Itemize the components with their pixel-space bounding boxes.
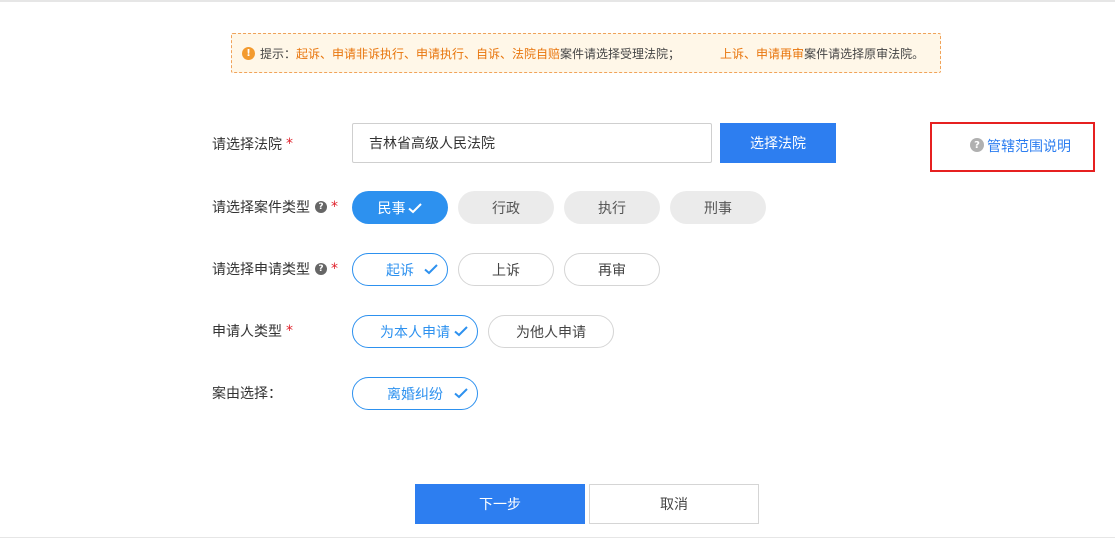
question-icon: ? <box>970 138 984 152</box>
case-type-option-enforcement[interactable]: 执行 <box>564 191 660 224</box>
cause-label: 案由选择： <box>212 383 282 403</box>
option-label: 离婚纠纷 <box>387 386 443 403</box>
page: ! 提示： 起诉、申请非诉执行、申请执行、自诉、法院自赔 案件请选择受理法院； … <box>0 0 1115 539</box>
jurisdiction-help-link[interactable]: ? 管辖范围说明 <box>930 122 1095 172</box>
case-type-option-civil[interactable]: 民事 <box>352 191 448 224</box>
notice-prefix: 提示： <box>260 46 297 61</box>
jurisdiction-help-text: 管辖范围说明 <box>987 139 1071 155</box>
check-icon <box>407 202 422 213</box>
option-label: 为本人申请 <box>380 324 450 341</box>
required-mark: * <box>331 261 338 277</box>
option-label: 起诉 <box>386 262 414 279</box>
applicant-option-self[interactable]: 为本人申请 <box>352 315 478 348</box>
case-type-option-criminal[interactable]: 刑事 <box>670 191 766 224</box>
check-icon <box>454 388 468 399</box>
top-divider <box>0 0 1115 2</box>
warning-icon: ! <box>242 46 255 60</box>
cause-option-divorce[interactable]: 离婚纠纷 <box>352 377 478 410</box>
notice-highlight-1: 起诉、申请非诉执行、申请执行、自诉、法院自赔 <box>296 46 561 61</box>
check-icon <box>454 326 468 337</box>
court-input[interactable] <box>352 123 712 163</box>
notice-banner: ! 提示： 起诉、申请非诉执行、申请执行、自诉、法院自赔 案件请选择受理法院； … <box>231 33 941 73</box>
bottom-divider <box>0 537 1115 538</box>
required-mark: * <box>286 136 293 152</box>
apply-type-option-appeal[interactable]: 上诉 <box>458 253 554 286</box>
required-mark: * <box>286 323 293 339</box>
notice-text-1: 案件请选择受理法院； <box>560 46 681 61</box>
notice-text-2: 案件请选择原审法院。 <box>804 46 925 61</box>
help-icon[interactable]: ? <box>315 201 327 213</box>
apply-type-option-retrial[interactable]: 再审 <box>564 253 660 286</box>
notice-highlight-2: 上诉、申请再审 <box>720 46 805 61</box>
cause-label-text: 案由选择： <box>212 386 282 402</box>
cancel-button[interactable]: 取消 <box>589 484 759 524</box>
case-type-label: 请选择案件类型 ? * <box>212 197 338 217</box>
applicant-option-others[interactable]: 为他人申请 <box>488 315 614 348</box>
case-type-option-administrative[interactable]: 行政 <box>458 191 554 224</box>
applicant-type-label: 申请人类型 * <box>212 321 293 341</box>
check-icon <box>424 264 438 275</box>
select-court-button[interactable]: 选择法院 <box>720 123 836 163</box>
apply-type-label-text: 请选择申请类型 <box>212 262 310 278</box>
court-label-text: 请选择法院 <box>212 137 282 153</box>
case-type-label-text: 请选择案件类型 <box>212 200 310 216</box>
next-step-button[interactable]: 下一步 <box>415 484 585 524</box>
court-label: 请选择法院 * <box>212 134 293 154</box>
option-label: 民事 <box>377 200 406 217</box>
apply-type-label: 请选择申请类型 ? * <box>212 259 338 279</box>
help-icon[interactable]: ? <box>315 263 327 275</box>
applicant-type-label-text: 申请人类型 <box>212 324 282 340</box>
apply-type-option-sue[interactable]: 起诉 <box>352 253 448 286</box>
required-mark: * <box>331 199 338 215</box>
